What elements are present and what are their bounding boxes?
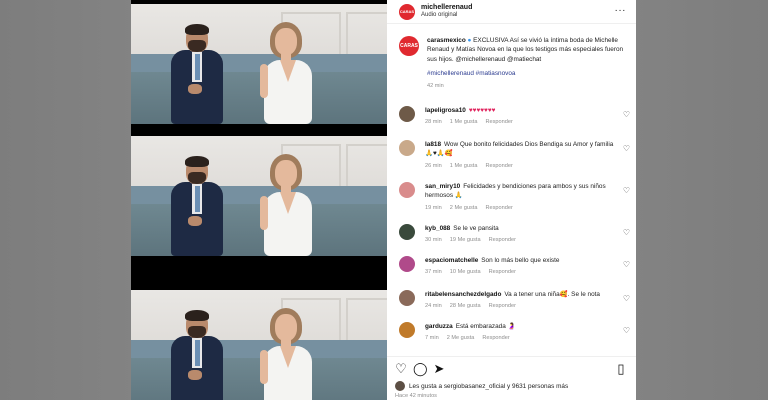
commenter-avatar[interactable] (399, 290, 415, 306)
caption-time: 42 min (427, 83, 444, 90)
commenter-username[interactable]: lapeligrosa10 (425, 107, 466, 114)
like-comment-icon[interactable]: ♡ (623, 186, 630, 195)
comment-text: Wow Que bonito felicidades Dios Bendiga … (425, 141, 614, 158)
reply-button[interactable]: Responder (485, 205, 512, 211)
caption-hashtags[interactable]: #michellerenaud #matiasnovoa (427, 69, 624, 78)
post-dialog: CARAS michellerenaud Audio original ··· … (131, 0, 636, 400)
comment-text: Son lo más bello que existe (481, 257, 560, 264)
comment-likes[interactable]: 2 Me gusta (447, 335, 475, 341)
liker-avatar (395, 381, 405, 391)
commenter-avatar[interactable] (399, 106, 415, 122)
comment-likes[interactable]: 19 Me gusta (450, 237, 481, 243)
commenter-avatar[interactable] (399, 224, 415, 240)
like-comment-icon[interactable]: ♡ (623, 110, 630, 119)
post-time: Hace 42 minutos (395, 393, 437, 399)
author-avatar[interactable]: CARAS (399, 3, 415, 20)
comment-time: 7 min (425, 335, 439, 342)
commenter-username[interactable]: ritabelensanchezdelgado (425, 291, 501, 298)
reply-button[interactable]: Responder (489, 303, 516, 309)
comment-text: Se le ve pansita (453, 225, 499, 232)
commenter-username[interactable]: san_miry10 (425, 183, 460, 190)
commenter-username[interactable]: kyb_088 (425, 225, 450, 232)
likes-summary[interactable]: Les gusta a sergiobasanez_oficial y 9631… (395, 381, 568, 391)
author-username[interactable]: michellerenaud (421, 4, 472, 12)
post-actions: ♡ ◯ ➤ ▯ (387, 356, 636, 380)
caption-avatar[interactable]: CARAS (399, 36, 419, 56)
reply-button[interactable]: Responder (485, 119, 512, 125)
comment-row: espaciomatchelle Son lo más bello que exi… (387, 256, 636, 276)
commenter-username[interactable]: garduzza (425, 323, 453, 330)
likes-text: Les gusta a sergiobasanez_oficial y 9631… (409, 382, 569, 390)
commenter-username[interactable]: la818 (425, 141, 441, 148)
commenter-username[interactable]: espaciomatchelle (425, 257, 478, 264)
commenter-avatar[interactable] (399, 140, 415, 156)
verified-icon: ● (467, 37, 472, 44)
comment-time: 37 min (425, 269, 442, 276)
bookmark-icon[interactable]: ▯ (614, 362, 628, 376)
comment-time: 24 min (425, 303, 442, 310)
comment-time: 30 min (425, 237, 442, 244)
video-frame (131, 290, 387, 400)
comment-time: 28 min (425, 119, 442, 126)
reply-button[interactable]: Responder (489, 269, 516, 275)
video-frame (131, 4, 387, 124)
post-sidebar: CARAS michellerenaud Audio original ··· … (387, 0, 636, 400)
comment-time: 26 min (425, 162, 442, 169)
commenter-avatar[interactable] (399, 322, 415, 338)
comment-text: Va a tener una niña🥰. Se le nota (504, 291, 600, 298)
comment-likes[interactable]: 2 Me gusta (450, 205, 478, 211)
comment-likes[interactable]: 1 Me gusta (450, 163, 478, 169)
reply-button[interactable]: Responder (482, 335, 509, 341)
comment-row: ritabelensanchezdelgado Va a tener una ni… (387, 290, 636, 310)
comment-likes[interactable]: 1 Me gusta (450, 119, 478, 125)
comment-row: san_miry10 Felicidades y bendiciones para… (387, 182, 636, 212)
comment-text: ♥♥♥♥♥♥♥ (468, 107, 496, 114)
comment-row: kyb_088 Se le ve pansita 30 min 19 Me gust… (387, 224, 636, 244)
comment-row: garduzza Está embarazada 🤰 7 min 2 Me gust… (387, 322, 636, 342)
like-comment-icon[interactable]: ♡ (623, 294, 630, 303)
comment-row: la818 Wow Que bonito felicidades Dios Ben… (387, 140, 636, 170)
comments-list[interactable]: CARAS carasmexico ● EXCLUSIVA Así se viv… (387, 30, 636, 350)
comment-bubble-icon[interactable]: ◯ (413, 362, 428, 376)
video-frame (131, 136, 387, 256)
like-comment-icon[interactable]: ♡ (623, 228, 630, 237)
comment-likes[interactable]: 28 Me gusta (450, 303, 481, 309)
comment-time: 19 min (425, 204, 442, 211)
like-heart-icon[interactable]: ♡ (394, 362, 408, 376)
commenter-avatar[interactable] (399, 256, 415, 272)
commenter-avatar[interactable] (399, 182, 415, 198)
reply-button[interactable]: Responder (489, 237, 516, 243)
like-comment-icon[interactable]: ♡ (623, 260, 630, 269)
reply-button[interactable]: Responder (485, 163, 512, 169)
post-video[interactable] (131, 0, 387, 400)
post-caption: CARAS carasmexico ● EXCLUSIVA Así se viv… (387, 30, 636, 90)
comment-text: Está embarazada 🤰 (455, 323, 516, 330)
like-comment-icon[interactable]: ♡ (623, 326, 630, 335)
caption-username[interactable]: carasmexico (427, 37, 466, 44)
more-options-icon[interactable]: ··· (615, 5, 627, 16)
share-send-icon[interactable]: ➤ (432, 362, 446, 376)
post-header: CARAS michellerenaud Audio original ··· (387, 0, 636, 24)
comment-likes[interactable]: 10 Me gusta (450, 269, 481, 275)
audio-label[interactable]: Audio original (421, 12, 472, 19)
like-comment-icon[interactable]: ♡ (623, 144, 630, 153)
comment-row: lapeligrosa10 ♥♥♥♥♥♥♥ 28 min 1 Me gusta Res… (387, 106, 636, 126)
